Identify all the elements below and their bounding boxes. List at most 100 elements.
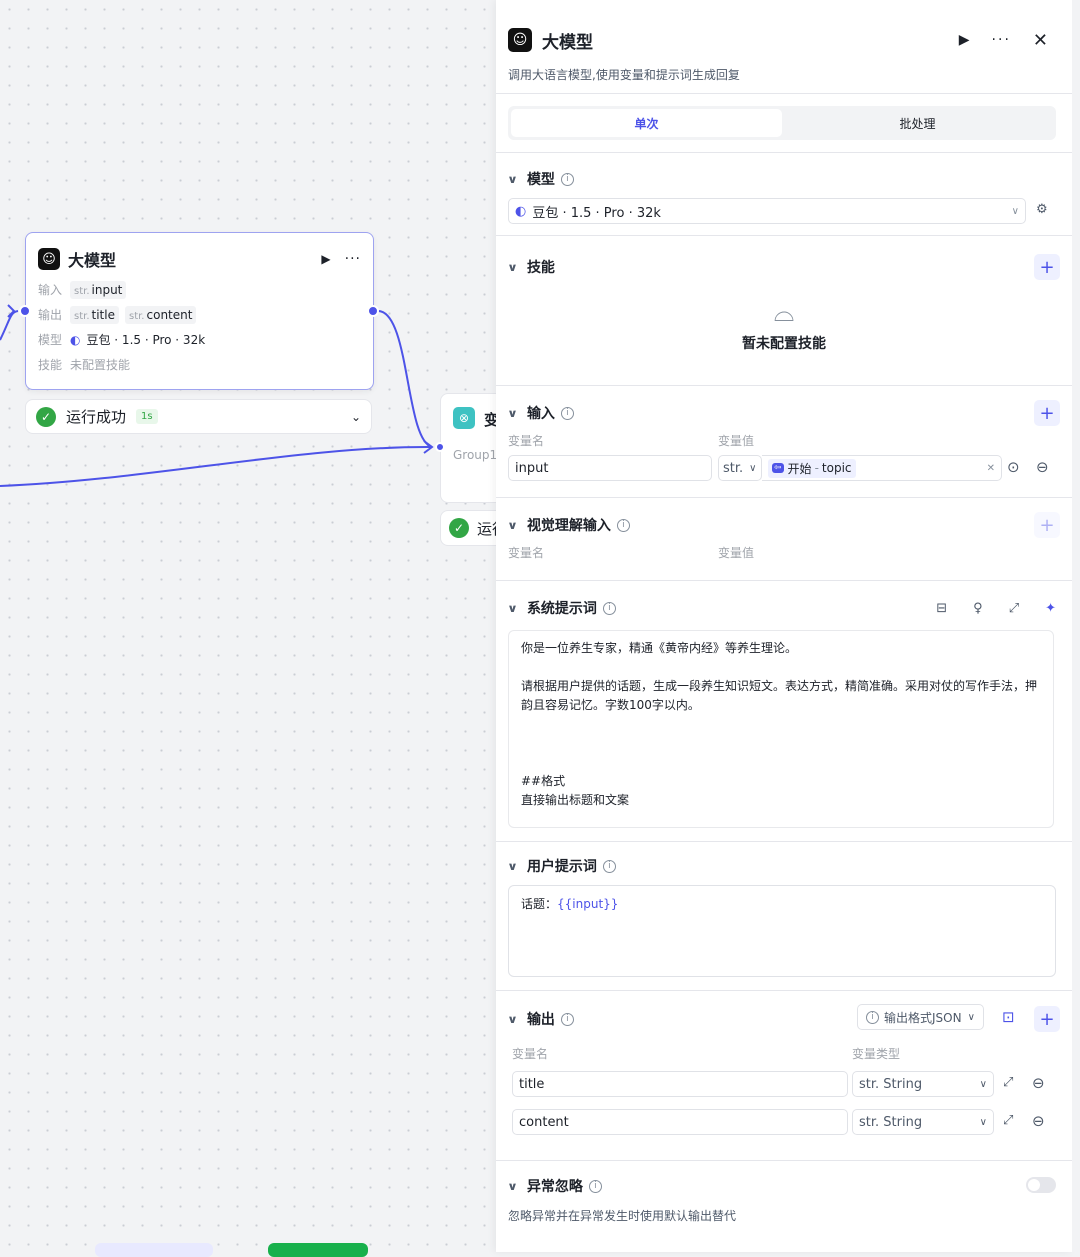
add-skill-button[interactable]: + [1034, 254, 1060, 280]
clear-icon[interactable]: ✕ [987, 463, 995, 474]
edge-start-to-variable [0, 445, 433, 487]
add-output-button[interactable]: + [1034, 1006, 1060, 1032]
ref-var: topic [821, 461, 852, 475]
prompt-line: 直接输出标题和文案 [521, 793, 630, 807]
output-type-select[interactable]: str. String ∨ [852, 1109, 994, 1135]
bottom-toolbar-item[interactable] [95, 1243, 213, 1257]
info-icon[interactable]: i [560, 172, 574, 186]
prompt-line [521, 734, 1041, 753]
import-icon[interactable]: ⊡ [1002, 1008, 1015, 1026]
start-node-icon: ⇦ [772, 463, 784, 473]
section-title: 模型 [526, 172, 555, 188]
output-name-field[interactable]: title [512, 1071, 848, 1097]
panel-title: 大模型 [542, 32, 593, 53]
output-port[interactable] [367, 305, 379, 317]
chevron-down-icon[interactable]: ∨ [507, 1180, 518, 1193]
vision-section-header[interactable]: ∨ 视觉理解输入 i + [507, 512, 1060, 538]
skill-empty-state: ⌓ 暂未配置技能 [496, 298, 1072, 353]
info-icon[interactable]: i [602, 859, 616, 873]
info-icon[interactable]: i [616, 518, 630, 532]
skill-section-header[interactable]: ∨ 技能 + [507, 254, 1060, 280]
llm-logo-icon: ☺ [508, 28, 532, 52]
exception-section-header[interactable]: ∨ 异常忽略 i [507, 1176, 1060, 1196]
panel-description: 调用大语言模型,使用变量和提示词生成回复 [508, 68, 740, 82]
chevron-down-icon[interactable]: ⌄ [351, 410, 361, 424]
model-select[interactable]: ◐ 豆包 · 1.5 · Pro · 32k ∨ [508, 198, 1026, 224]
column-header-name: 变量名 [508, 546, 545, 560]
column-header-name: 变量名 [508, 434, 545, 448]
system-prompt-editor[interactable]: 你是一位养生专家，精通《黄帝内经》等养生理论。 请根据用户提供的话题，生成一段养… [508, 630, 1054, 828]
user-prompt-header[interactable]: ∨ 用户提示词 i [507, 856, 1060, 876]
panel-scrollbar[interactable] [1072, 0, 1080, 1252]
chevron-down-icon[interactable]: ∨ [507, 173, 518, 186]
prompt-line: 你是一位养生专家，精通《黄帝内经》等养生理论。 [521, 641, 798, 655]
chevron-down-icon[interactable]: ∨ [507, 261, 518, 274]
add-input-button[interactable]: + [1034, 400, 1060, 426]
lightbulb-icon[interactable]: ♀ [973, 601, 983, 616]
ref-node: 开始 [787, 461, 812, 476]
section-title: 系统提示词 [526, 601, 597, 617]
more-icon[interactable]: ··· [345, 251, 361, 267]
tab-batch[interactable]: 批处理 [782, 109, 1053, 137]
output-format-select[interactable]: i 输出格式JSON ∨ [857, 1004, 984, 1030]
prompt-line [521, 658, 1041, 677]
skill-label: 技能 [38, 358, 63, 372]
section-title: 输入 [526, 406, 555, 422]
info-icon[interactable]: i [588, 1179, 602, 1193]
expand-icon[interactable]: ⤢ [1003, 1113, 1013, 1128]
prompt-line [521, 715, 1041, 734]
play-icon[interactable]: ▶ [959, 32, 970, 48]
expand-icon[interactable]: ⤢ [1009, 601, 1019, 616]
section-title: 输出 [526, 1012, 555, 1028]
prompt-library-icon[interactable]: ⊟ [936, 601, 947, 616]
section-title: 异常忽略 [526, 1179, 583, 1195]
remove-input-icon[interactable]: ⊖ [1036, 458, 1049, 476]
chevron-down-icon[interactable]: ∨ [507, 407, 518, 420]
close-icon[interactable]: ✕ [1033, 30, 1048, 51]
info-icon[interactable]: i [602, 601, 616, 615]
variable-input-port[interactable] [435, 442, 445, 452]
info-icon: i [866, 1010, 879, 1024]
info-icon[interactable]: i [560, 406, 574, 420]
input-label: 输入 [38, 283, 63, 297]
prompt-line: ##格式 [521, 774, 566, 788]
tab-single[interactable]: 单次 [511, 109, 782, 137]
group-label: Group1 [453, 448, 498, 462]
section-title: 技能 [526, 260, 555, 276]
success-check-icon: ✓ [449, 518, 469, 538]
input-name-field[interactable]: input [508, 455, 712, 481]
mode-tabs: 单次 批处理 [508, 106, 1056, 140]
run-status-bar[interactable]: ✓ 运行成功 1s ⌄ [25, 399, 372, 434]
output-type-select[interactable]: str. String ∨ [852, 1071, 994, 1097]
remove-output-icon[interactable]: ⊖ [1032, 1074, 1045, 1092]
more-icon[interactable]: ··· [992, 32, 1011, 48]
play-icon[interactable]: ▶ [321, 252, 330, 266]
input-reference-field[interactable]: ⇦ 开始 - topic ✕ [762, 455, 1002, 481]
input-port[interactable] [19, 305, 31, 317]
expand-icon[interactable]: ⤢ [1003, 1075, 1013, 1090]
info-icon[interactable]: i [560, 1012, 574, 1026]
system-prompt-header[interactable]: ∨ 系统提示词 i ⊟ ♀ ⤢ ✦ [507, 598, 1060, 618]
input-type-select[interactable]: str. ∨ [718, 455, 762, 481]
chevron-down-icon[interactable]: ∨ [507, 1013, 518, 1026]
chevron-down-icon: ∨ [979, 1116, 987, 1128]
remove-output-icon[interactable]: ⊖ [1032, 1112, 1045, 1130]
model-section-header[interactable]: ∨ 模型 i [507, 169, 1060, 189]
chevron-down-icon: ∨ [749, 462, 757, 474]
input-section-header[interactable]: ∨ 输入 i + [507, 400, 1060, 426]
user-prompt-editor[interactable]: 话题：{{input}} [508, 885, 1056, 977]
model-value: 豆包 · 1.5 · Pro · 32k [532, 205, 661, 221]
format-value: 输出格式JSON [884, 1010, 962, 1025]
chevron-down-icon[interactable]: ∨ [507, 860, 518, 873]
chevron-down-icon[interactable]: ∨ [507, 519, 518, 532]
llm-node[interactable]: ☺ 大模型 ▶ ··· 输入 str. input 输出 str. title st… [25, 232, 374, 390]
type-value: str. String [859, 1076, 923, 1092]
settings-gear-icon[interactable]: ⚙ [1036, 202, 1048, 217]
ai-optimize-icon[interactable]: ✦ [1045, 601, 1056, 616]
bottom-toolbar-item[interactable] [268, 1243, 368, 1257]
target-icon[interactable]: ⊙ [1007, 458, 1020, 476]
exception-ignore-toggle[interactable] [1026, 1177, 1056, 1193]
output-name-field[interactable]: content [512, 1109, 848, 1135]
chevron-down-icon[interactable]: ∨ [507, 602, 518, 615]
add-vision-input-button[interactable]: + [1034, 512, 1060, 538]
